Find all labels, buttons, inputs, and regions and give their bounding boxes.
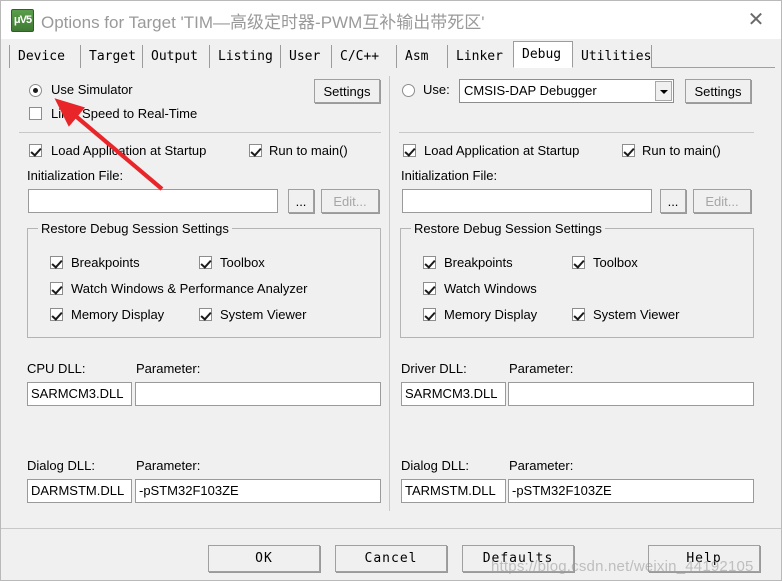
left-watch-windows-checkbox[interactable] (50, 282, 63, 295)
left-initialization-file-input[interactable] (28, 189, 278, 213)
left-load-application-label: Load Application at Startup (51, 143, 207, 158)
right-dialog-parameter-input[interactable]: -pSTM32F103ZE (508, 479, 754, 503)
use-debugger-label: Use: (423, 82, 450, 97)
limit-speed-label: Limit Speed to Real-Time (51, 106, 198, 121)
right-run-to-main-label: Run to main() (642, 143, 721, 158)
left-dialog-dll-input[interactable]: DARMSTM.DLL (27, 479, 132, 503)
right-initialization-file-label: Initialization File: (401, 168, 498, 183)
right-dialog-dll-label: Dialog DLL: (401, 458, 469, 473)
watermark-text: https://blog.csdn.net/weixin_44192105 (491, 558, 754, 575)
right-load-application-label: Load Application at Startup (424, 143, 580, 158)
right-memory-display-label: Memory Display (444, 307, 538, 322)
right-watch-windows-label: Watch Windows (444, 281, 537, 296)
use-simulator-label: Use Simulator (51, 82, 133, 97)
right-breakpoints-checkbox[interactable] (423, 256, 436, 269)
options-for-target-dialog: μV5 Options for Target 'TIM—高级定时器-PWM互补输… (0, 0, 782, 581)
right-edit-button: Edit... (693, 189, 751, 213)
ok-button[interactable]: OK (208, 545, 320, 572)
left-breakpoints-checkbox[interactable] (50, 256, 63, 269)
left-system-viewer-label: System Viewer (220, 307, 307, 322)
left-memory-display-checkbox[interactable] (50, 308, 63, 321)
simulator-settings-button[interactable]: Settings (314, 79, 380, 103)
right-memory-display-checkbox[interactable] (423, 308, 436, 321)
left-initialization-file-label: Initialization File: (27, 168, 124, 183)
debugger-select[interactable]: CMSIS-DAP Debugger (459, 79, 674, 103)
right-restore-session-title: Restore Debug Session Settings (411, 221, 605, 236)
right-system-viewer-label: System Viewer (593, 307, 680, 322)
tab-output[interactable]: Output (142, 45, 210, 68)
left-watch-windows-label: Watch Windows & Performance Analyzer (71, 281, 308, 296)
driver-dll-label: Driver DLL: (401, 361, 467, 376)
driver-parameter-input[interactable] (508, 382, 754, 406)
left-breakpoints-label: Breakpoints (71, 255, 140, 270)
use-debugger-radio[interactable] (402, 84, 415, 97)
right-dialog-parameter-label: Parameter: (509, 458, 574, 473)
cpu-dll-input[interactable]: SARMCM3.DLL (27, 382, 132, 406)
left-restore-session-title: Restore Debug Session Settings (38, 221, 232, 236)
left-dialog-parameter-input[interactable]: -pSTM32F103ZE (135, 479, 381, 503)
cpu-parameter-label: Parameter: (136, 361, 201, 376)
close-icon[interactable]: ✕ (743, 7, 769, 33)
right-breakpoints-label: Breakpoints (444, 255, 513, 270)
left-system-viewer-checkbox[interactable] (199, 308, 212, 321)
debug-panel: Use Simulator Limit Speed to Real-Time S… (1, 68, 781, 528)
left-dialog-parameter-label: Parameter: (136, 458, 201, 473)
driver-parameter-label: Parameter: (509, 361, 574, 376)
right-watch-windows-checkbox[interactable] (423, 282, 436, 295)
limit-speed-checkbox[interactable] (29, 107, 42, 120)
right-initialization-file-input[interactable] (402, 189, 652, 213)
use-simulator-radio[interactable] (29, 84, 42, 97)
left-memory-display-label: Memory Display (71, 307, 165, 322)
tab-debug[interactable]: Debug (513, 41, 573, 68)
right-system-viewer-checkbox[interactable] (572, 308, 585, 321)
right-divider (399, 132, 754, 133)
left-browse-button[interactable]: ... (288, 189, 314, 213)
tab-listing[interactable]: Listing (209, 45, 281, 68)
left-edit-button: Edit... (321, 189, 379, 213)
chevron-down-icon[interactable] (655, 81, 672, 101)
right-toolbox-label: Toolbox (593, 255, 638, 270)
left-divider (19, 132, 381, 133)
tab-device[interactable]: Device (9, 45, 81, 68)
right-dialog-dll-input[interactable]: TARMSTM.DLL (401, 479, 506, 503)
page-title: Options for Target 'TIM—高级定时器-PWM互补输出带死区… (41, 13, 485, 32)
tab-linker[interactable]: Linker (447, 45, 514, 68)
debugger-select-value: CMSIS-DAP Debugger (464, 83, 597, 98)
left-run-to-main-label: Run to main() (269, 143, 348, 158)
cancel-button[interactable]: Cancel (335, 545, 447, 572)
keil-uvision5-icon: μV5 (11, 9, 34, 32)
panel-divider (389, 76, 390, 511)
left-toolbox-checkbox[interactable] (199, 256, 212, 269)
tab-target[interactable]: Target (80, 45, 143, 68)
cpu-parameter-input[interactable] (135, 382, 381, 406)
left-run-to-main-checkbox[interactable] (249, 144, 262, 157)
title-bar: μV5 Options for Target 'TIM—高级定时器-PWM互补输… (1, 1, 781, 39)
right-browse-button[interactable]: ... (660, 189, 686, 213)
right-run-to-main-checkbox[interactable] (622, 144, 635, 157)
tab-c-cpp[interactable]: C/C++ (331, 45, 397, 68)
left-toolbox-label: Toolbox (220, 255, 265, 270)
right-load-application-checkbox[interactable] (403, 144, 416, 157)
cpu-dll-label: CPU DLL: (27, 361, 86, 376)
left-load-application-checkbox[interactable] (29, 144, 42, 157)
tab-strip: Device Target Output Listing User C/C++ … (9, 41, 775, 68)
debugger-settings-button[interactable]: Settings (685, 79, 751, 103)
left-dialog-dll-label: Dialog DLL: (27, 458, 95, 473)
tab-utilities[interactable]: Utilities (572, 45, 652, 68)
right-toolbox-checkbox[interactable] (572, 256, 585, 269)
driver-dll-input[interactable]: SARMCM3.DLL (401, 382, 506, 406)
